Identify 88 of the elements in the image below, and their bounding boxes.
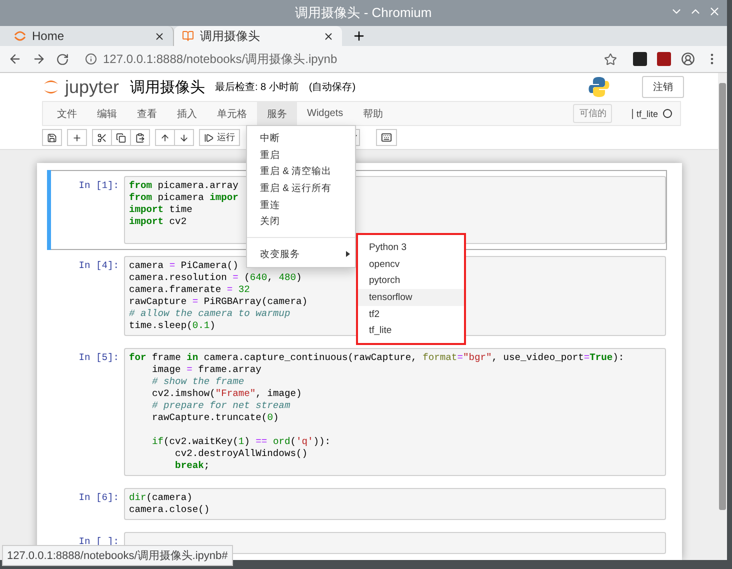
code-line: camera.framerate = 32 (129, 284, 250, 296)
book-icon (182, 30, 194, 42)
forward-icon[interactable] (32, 52, 46, 66)
code-line: from picamera.array (129, 180, 238, 192)
browser-tab[interactable]: 调用摄像头 (174, 26, 342, 46)
scissors-icon (97, 132, 107, 142)
cut-button[interactable] (92, 129, 112, 146)
reload-icon[interactable] (56, 52, 69, 66)
menu-item[interactable]: 服务 (257, 102, 297, 125)
code-line: cv2.imshow("Frame", image) (151, 388, 302, 400)
checkpoint-text: 最后检查: 8 小时前 (215, 80, 299, 94)
notebook-title[interactable]: 调用摄像头 (130, 78, 205, 96)
caret-icon (346, 251, 350, 258)
kernel-option[interactable]: tensorflow (358, 289, 464, 306)
run-button[interactable]: 运行 (199, 129, 240, 146)
code-line: rawCapture = PiRGBArray(camera) (129, 296, 308, 308)
menu-option[interactable]: 重启 (247, 146, 355, 164)
code-line: if(cv2.waitKey(1) == ord('q')): (151, 436, 331, 448)
code-input[interactable] (124, 348, 666, 476)
copy-button[interactable] (111, 129, 131, 146)
new-tab-icon[interactable] (352, 29, 366, 43)
kernel-option[interactable]: pytorch (358, 272, 464, 290)
logo-icon (588, 76, 610, 98)
code-line: from picamera impor (129, 192, 238, 204)
save-icon (47, 132, 57, 142)
save-button[interactable] (42, 129, 62, 146)
keyboard-button[interactable] (376, 129, 397, 146)
ring-icon (14, 30, 26, 42)
code-line: camera = PiCamera() (129, 260, 238, 272)
info-icon (85, 53, 97, 65)
menu-item[interactable]: 帮助 (353, 102, 394, 125)
add-button[interactable] (67, 129, 87, 146)
cell-prompt: In [5]: (78, 351, 119, 363)
code-line: break; (174, 460, 210, 472)
logout-button[interactable]: 注销 (642, 76, 684, 98)
status-url: 127.0.0.1:8888/notebooks/调用摄像头.ipynb# (2, 545, 233, 566)
window-title: 调用摄像头 - Chromium (295, 4, 432, 22)
kernel-name: tf_lite (632, 108, 658, 118)
menu-item[interactable]: 文件 (47, 102, 87, 125)
step-forward-icon (204, 132, 214, 142)
code-line: # show the frame (151, 376, 244, 388)
url-text: 127.0.0.1:8888/notebooks/调用摄像头.ipynb (103, 50, 338, 68)
tab-label: Home (32, 29, 66, 43)
menu-option[interactable]: 重连 (247, 196, 355, 214)
paste-button[interactable] (130, 129, 150, 146)
kernel-option[interactable]: tf2 (358, 306, 464, 322)
code-line: image = frame.array (151, 364, 262, 376)
move-up-button[interactable] (155, 129, 175, 146)
menu-item[interactable]: 插入 (167, 102, 207, 125)
code-line: dir(camera) (129, 492, 192, 504)
code-line: # prepare for net stream (151, 400, 290, 412)
code-line: camera.close() (129, 504, 210, 516)
code-input[interactable]: dir(camera) camera.close() (124, 488, 666, 520)
cell-prompt: In [1]: (78, 179, 119, 191)
code-line: time.sleep(0.1) (129, 320, 216, 332)
copy-icon (116, 132, 126, 142)
code-line: camera.resolution = (640, 480) (129, 272, 302, 284)
menu-option[interactable]: 重启 & 运行所有 (247, 180, 355, 197)
clipboard-icon (135, 132, 145, 142)
code-line: for frame in camera.capture_continuous(rawCapture, format="bgr", use_video_port=True): (129, 352, 624, 364)
kernel-option[interactable]: opencv (358, 256, 464, 272)
close-icon[interactable] (323, 30, 334, 42)
cell-prompt: In [6]: (78, 491, 119, 503)
back-icon[interactable] (8, 52, 22, 66)
cell-prompt: In [4]: (78, 259, 119, 271)
arrow-up-icon (160, 132, 170, 142)
logo-text: jupyter (65, 76, 120, 98)
arrow-down-icon (179, 132, 189, 142)
code-line: # allow the camera to warmup (129, 308, 290, 320)
keyboard-icon (381, 132, 392, 143)
menu-item[interactable]: Widgets (297, 102, 354, 125)
code-line: import time (129, 204, 192, 216)
profile-icon[interactable] (681, 52, 695, 66)
trusted-badge[interactable]: 可信的 (573, 104, 612, 123)
menu-option[interactable]: 中断 (247, 130, 355, 147)
code-line: cv2.destroyAllWindows() (174, 448, 308, 460)
move-down-button[interactable] (174, 129, 194, 146)
close-icon[interactable] (154, 30, 165, 42)
code-line: import cv2 (129, 216, 187, 228)
plus-icon (72, 132, 82, 142)
menu-item[interactable]: 查看 (127, 102, 167, 125)
code-line: rawCapture.truncate(0) (151, 412, 279, 424)
tab-label: 调用摄像头 (200, 28, 261, 44)
menu-item[interactable]: 单元格 (207, 102, 257, 125)
star-icon[interactable] (604, 52, 617, 66)
autosave-text: (自动保存) (308, 81, 356, 94)
menu-item[interactable]: 编辑 (87, 102, 127, 125)
menu-option[interactable]: 关闭 (247, 213, 355, 230)
